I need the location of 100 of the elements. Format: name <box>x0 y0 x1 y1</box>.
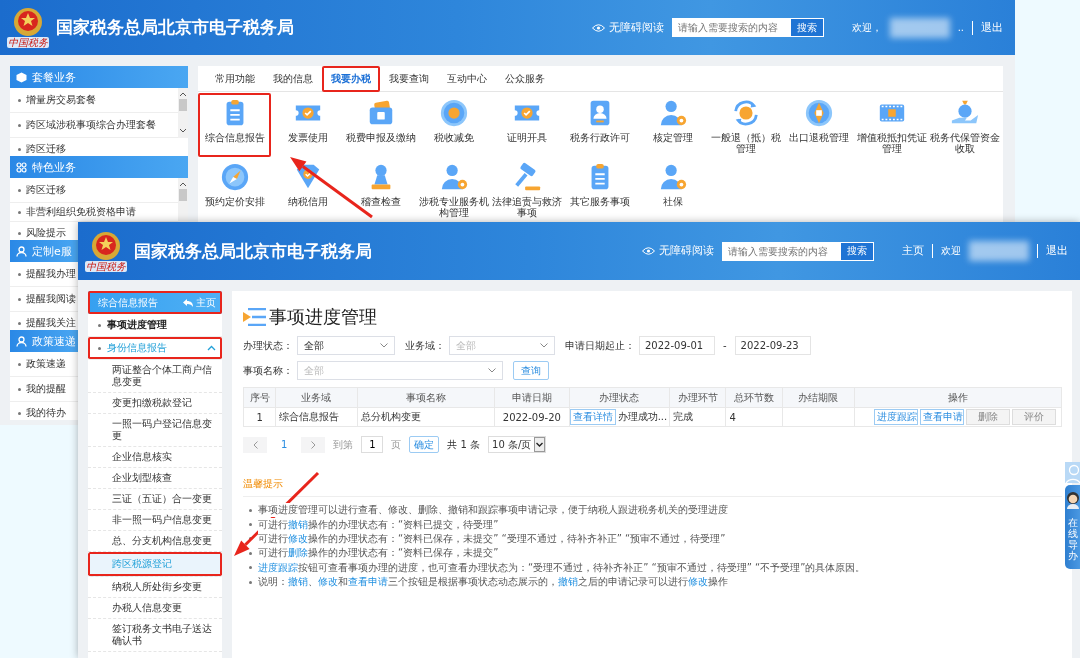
total-count: 共 1 条 <box>447 437 481 452</box>
eye-icon <box>591 23 605 32</box>
site-title: 国家税务总局北京市电子税务局 <box>56 16 294 39</box>
service-tile[interactable]: 税费申报及缴纳 <box>344 93 417 157</box>
service-tile[interactable]: 其它服务事项 <box>563 157 636 221</box>
link[interactable]: 撤销 <box>288 576 308 588</box>
table-cell: 综合信息报告 <box>275 407 358 427</box>
action-button[interactable]: 查看申请 <box>920 409 964 425</box>
column-header: 序号 <box>243 387 276 408</box>
section-title: 套餐业务 <box>32 69 76 85</box>
date-field[interactable]: 2022-09-23 <box>734 336 811 355</box>
ellipsis-text: .. <box>957 22 964 33</box>
submenu-item[interactable]: 非一照一码户信息变更 <box>88 510 222 531</box>
section-title: 定制e服 <box>32 243 72 259</box>
scroll-thumb[interactable] <box>179 99 187 111</box>
tab[interactable]: 我要办税 <box>322 66 380 92</box>
sidebar-item[interactable]: 我的待办 <box>10 402 78 420</box>
menu-item[interactable]: 事项进度管理 <box>88 314 222 337</box>
sidebar-item[interactable]: 风险提示 <box>10 222 78 240</box>
service-tile[interactable]: 税务代保管资金收取 <box>928 93 1001 157</box>
service-tile[interactable]: 社保 <box>636 157 709 221</box>
field-label: 事项名称： <box>243 363 293 378</box>
link[interactable]: 查看申请 <box>348 576 388 588</box>
table-cell: 1 <box>243 407 276 427</box>
submenu-item[interactable]: 企业信息核实 <box>88 447 222 468</box>
page-title: 事项进度管理 <box>269 304 377 329</box>
tab[interactable]: 互动中心 <box>438 66 496 92</box>
submenu-item[interactable]: 签订税务文书电子送达确认书 <box>88 619 222 652</box>
site-title: 国家税务总局北京市电子税务局 <box>134 239 372 263</box>
sidebar-item[interactable]: 提醒我关注 <box>10 312 78 330</box>
eye-icon <box>642 247 655 255</box>
link[interactable]: 进度跟踪 <box>258 561 298 573</box>
service-tile[interactable]: 一般退（抵）税管理 <box>709 93 782 157</box>
tip-text: 可进行撤销操作的办理状态有：“资料已提交，待受理” <box>258 517 499 532</box>
service-tile[interactable]: 核定管理 <box>636 93 709 157</box>
link[interactable]: 修改 <box>688 576 708 588</box>
column-header: 办理状态 <box>569 387 670 408</box>
link[interactable]: 修改 <box>318 576 338 588</box>
chevron-down-icon <box>488 368 496 373</box>
submenu-item[interactable]: 两证整合个体工商户信息变更 <box>88 360 222 393</box>
logo-caption: 中国税务 <box>7 37 49 48</box>
column-header: 业务域 <box>275 387 358 408</box>
redacted-name <box>969 241 1029 261</box>
status-text: 办理成功... <box>617 410 668 422</box>
user-button[interactable] <box>1065 462 1080 483</box>
welcome-text: 欢迎 <box>941 244 961 258</box>
online-guide-tab[interactable]: 在线导办 <box>1065 485 1080 569</box>
service-tile[interactable]: 发票使用 <box>271 93 344 157</box>
table-cell: 4 <box>725 407 783 427</box>
tab[interactable]: 公众服务 <box>496 66 554 92</box>
select-field[interactable]: 全部 <box>297 336 395 355</box>
link[interactable]: 删除 <box>288 547 308 559</box>
page-input[interactable]: 1 <box>361 436 384 453</box>
details-button[interactable]: 查看详情 <box>569 409 616 425</box>
submenu-item[interactable]: 纳税人所处街乡变更 <box>88 577 222 598</box>
date-field[interactable]: 2022-09-01 <box>639 336 715 355</box>
confirm-button[interactable]: 确定 <box>409 436 440 453</box>
page-size-select[interactable]: 10 条/页 <box>488 436 547 453</box>
previous-page-button[interactable] <box>243 436 267 453</box>
sidebar-item[interactable]: 跨区迁移 <box>10 138 188 156</box>
scroll-thumb[interactable] <box>179 189 187 201</box>
submenu-item[interactable]: 三证（五证）合一变更 <box>88 489 222 510</box>
logout-link[interactable]: 退出 <box>981 20 1003 35</box>
globe-icon <box>803 98 834 128</box>
link[interactable]: 撤销 <box>288 518 308 530</box>
next-page-button[interactable] <box>301 436 326 453</box>
coin-icon <box>438 98 469 128</box>
service-tile[interactable]: 涉税专业服务机构管理 <box>417 157 490 221</box>
scrollbar[interactable] <box>178 178 188 222</box>
submenu-item[interactable]: 一照一码户登记信息变更 <box>88 414 222 447</box>
tab[interactable]: 我的信息 <box>264 66 322 92</box>
tip-text: 可进行修改操作的办理状态有：“资料已保存，未提交” “受理不通过，待补齐补正” “预审不通过，待受理” <box>258 531 726 546</box>
query-button[interactable]: 查询 <box>513 361 549 380</box>
action-button[interactable]: 进度跟踪 <box>874 409 918 425</box>
service-tile[interactable]: 综合信息报告 <box>198 93 271 157</box>
compass-icon <box>219 162 250 192</box>
submenu-item[interactable]: 企业划型核查 <box>88 468 222 489</box>
home-link[interactable]: 主页 <box>902 244 924 258</box>
table-cell: 2022-09-20 <box>494 407 570 427</box>
chevron-left-icon <box>252 440 258 449</box>
submenu-item[interactable]: 变更扣缴税款登记 <box>88 393 222 414</box>
range-separator: - <box>722 340 728 351</box>
service-tile[interactable]: 稽查检查 <box>344 157 417 221</box>
chevron-down-icon <box>380 343 388 348</box>
link[interactable]: 撤销 <box>558 576 578 588</box>
tab[interactable]: 我要查询 <box>380 66 438 92</box>
caret-icon <box>207 345 216 351</box>
service-tile[interactable]: 出口退税管理 <box>782 93 855 157</box>
logout-link[interactable]: 退出 <box>1046 244 1068 258</box>
scrollbar[interactable] <box>178 88 188 138</box>
service-tile[interactable]: 预约定价安排 <box>198 157 271 221</box>
tab[interactable]: 常用功能 <box>206 66 264 92</box>
service-tile[interactable]: 税收减免 <box>417 93 490 157</box>
service-tile[interactable]: 税务行政许可 <box>563 93 636 157</box>
service-tile[interactable]: 增值税抵扣凭证管理 <box>855 93 928 157</box>
page-number[interactable]: 1 <box>275 439 294 450</box>
submenu-item[interactable]: 办税人信息变更 <box>88 598 222 619</box>
service-tile[interactable]: 证明开具 <box>490 93 563 157</box>
link[interactable]: 修改 <box>288 532 308 544</box>
service-tile[interactable]: 法律追责与救济事项 <box>490 157 563 221</box>
